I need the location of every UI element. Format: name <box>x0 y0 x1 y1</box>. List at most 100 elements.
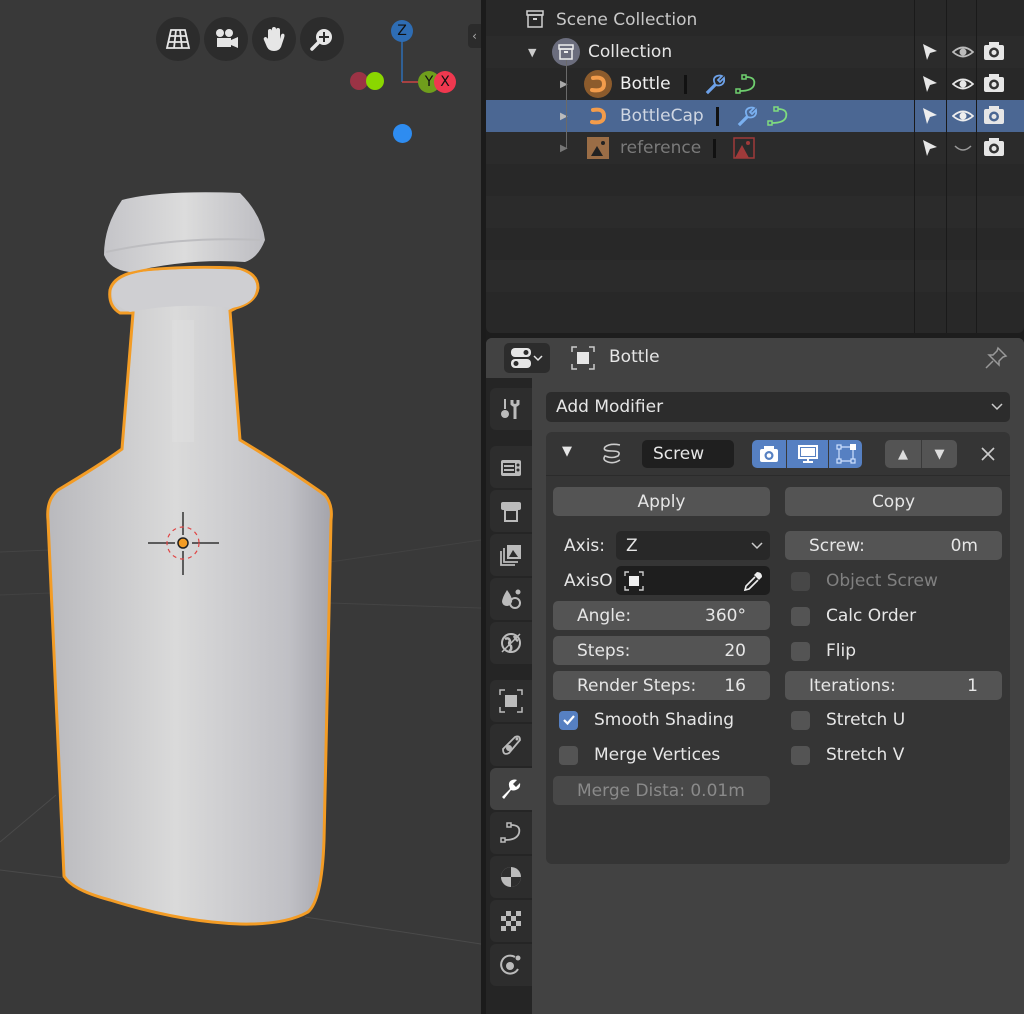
outliner-empty-row <box>486 292 1024 324</box>
add-modifier-dropdown[interactable]: Add Modifier <box>546 392 1010 422</box>
apply-button[interactable]: Apply <box>553 487 770 516</box>
move-down-button[interactable]: ▼ <box>921 440 957 468</box>
checkbox[interactable] <box>791 641 810 661</box>
checkbox[interactable] <box>559 745 578 765</box>
gizmo-neg-z-axis[interactable] <box>393 124 412 143</box>
stretch-v-checkbox[interactable]: Stretch V <box>791 743 904 767</box>
outliner-empty-row <box>486 196 1024 228</box>
checkbox-checked[interactable] <box>559 710 578 730</box>
properties-editor[interactable]: Bottle Add Modifier ▼ Screw ▲ ▼ Apply Co… <box>486 338 1024 1014</box>
iterations-field[interactable]: Iterations: 1 <box>785 671 1002 700</box>
sidebar-toggle[interactable]: ‹ <box>468 24 481 48</box>
tab-tool[interactable] <box>490 388 532 430</box>
properties-editor-icon <box>511 348 543 368</box>
render-camera-icon[interactable] <box>983 41 1005 61</box>
tab-constraints[interactable] <box>490 944 532 986</box>
selectable-arrow-icon[interactable] <box>920 42 940 62</box>
eye-closed-icon[interactable] <box>952 138 974 158</box>
pan-view-button[interactable] <box>252 17 296 61</box>
separator <box>684 75 687 94</box>
tab-output[interactable] <box>490 490 532 532</box>
tab-object[interactable] <box>490 680 532 722</box>
axis-object-field[interactable] <box>616 566 770 595</box>
outliner-row-scene-collection[interactable]: Scene Collection <box>486 4 1024 36</box>
show-edit-mode-toggle[interactable] <box>828 440 862 468</box>
modifier-icon <box>502 779 521 799</box>
selectable-arrow-icon[interactable] <box>920 74 940 94</box>
column-divider <box>946 0 947 333</box>
editor-type-button[interactable] <box>504 343 550 373</box>
checkbox[interactable] <box>791 745 810 765</box>
pin-icon[interactable] <box>984 346 1008 370</box>
angle-field[interactable]: Angle: 360° <box>553 601 770 630</box>
tab-material[interactable] <box>490 856 532 898</box>
curve-data-icon[interactable] <box>766 105 790 127</box>
render-camera-icon[interactable] <box>983 137 1005 157</box>
outliner-label: reference <box>620 138 702 158</box>
screw-offset-field[interactable]: Screw: 0m <box>785 531 1002 560</box>
move-up-button[interactable]: ▲ <box>885 440 921 468</box>
collapse-triangle-icon[interactable]: ▼ <box>562 444 572 459</box>
selectable-arrow-icon[interactable] <box>920 106 940 126</box>
monitor-icon <box>797 445 818 463</box>
render-steps-field[interactable]: Render Steps: 16 <box>553 671 770 700</box>
axis-select[interactable]: Z <box>616 531 770 560</box>
checkbox[interactable] <box>791 710 810 730</box>
add-modifier-label: Add Modifier <box>556 397 664 417</box>
modifier-wrench-icon[interactable] <box>703 73 725 95</box>
3d-viewport[interactable]: Z Y X ‹ <box>0 0 481 1014</box>
grid-line <box>0 794 57 843</box>
copy-button[interactable]: Copy <box>785 487 1002 516</box>
image-empty-icon <box>587 137 609 159</box>
tab-view-layer[interactable] <box>490 534 532 576</box>
selectable-arrow-icon[interactable] <box>920 138 940 158</box>
merge-vertices-checkbox[interactable]: Merge Vertices <box>559 743 720 767</box>
edit-mode-icon <box>835 444 856 464</box>
tab-render[interactable] <box>490 446 532 488</box>
curve-data-icon[interactable] <box>734 73 758 95</box>
modifier-wrench-icon[interactable] <box>735 105 757 127</box>
camera-view-button[interactable] <box>204 17 248 61</box>
modifier-name-field[interactable]: Screw <box>642 440 734 468</box>
outliner-empty-row <box>486 228 1024 260</box>
zoom-view-button[interactable] <box>300 17 344 61</box>
grid-line <box>329 602 481 609</box>
expand-down-icon[interactable]: ▼ <box>528 46 536 59</box>
modifier-properties: Add Modifier ▼ Screw ▲ ▼ Apply Copy Axis… <box>532 378 1024 1014</box>
stretch-u-checkbox[interactable]: Stretch U <box>791 708 905 732</box>
scene-render <box>0 192 481 945</box>
gizmo-x-axis[interactable]: X <box>434 71 456 93</box>
outliner[interactable]: Scene Collection ▼ Collection ▶ Bottle ▶… <box>486 0 1024 333</box>
render-camera-icon[interactable] <box>983 105 1005 125</box>
toggle-ortho-button[interactable] <box>156 17 200 61</box>
checkbox[interactable] <box>791 571 810 591</box>
mesh-object-icon <box>584 102 612 130</box>
merge-distance-field[interactable]: Merge Dista: 0.01m <box>553 776 770 805</box>
image-data-icon[interactable] <box>733 137 755 159</box>
checkbox[interactable] <box>791 606 810 626</box>
hand-pan-icon <box>263 27 285 51</box>
eye-icon[interactable] <box>952 106 974 126</box>
gizmo-neg-y-axis[interactable] <box>366 72 384 90</box>
flip-checkbox[interactable]: Flip <box>791 639 856 663</box>
tab-world[interactable] <box>490 622 532 664</box>
tab-physics[interactable] <box>490 724 532 766</box>
steps-field[interactable]: Steps: 20 <box>553 636 770 665</box>
tab-modifiers[interactable] <box>490 768 532 810</box>
smooth-shading-checkbox[interactable]: Smooth Shading <box>559 708 734 732</box>
render-camera-icon[interactable] <box>983 73 1005 93</box>
eyedropper-icon[interactable] <box>742 570 764 592</box>
show-viewport-toggle[interactable] <box>786 440 828 468</box>
tab-data[interactable] <box>490 812 532 854</box>
gizmo-z-axis[interactable]: Z <box>391 20 413 42</box>
screw-modifier-icon <box>603 443 621 464</box>
eye-icon[interactable] <box>952 74 974 94</box>
calc-order-checkbox[interactable]: Calc Order <box>791 604 916 628</box>
show-render-toggle[interactable] <box>752 440 786 468</box>
close-icon[interactable] <box>980 446 996 462</box>
eye-icon[interactable] <box>952 42 974 62</box>
tab-texture[interactable] <box>490 900 532 942</box>
object-screw-checkbox[interactable]: Object Screw <box>791 569 938 593</box>
grid-line <box>0 592 51 596</box>
tab-scene[interactable] <box>490 578 532 620</box>
